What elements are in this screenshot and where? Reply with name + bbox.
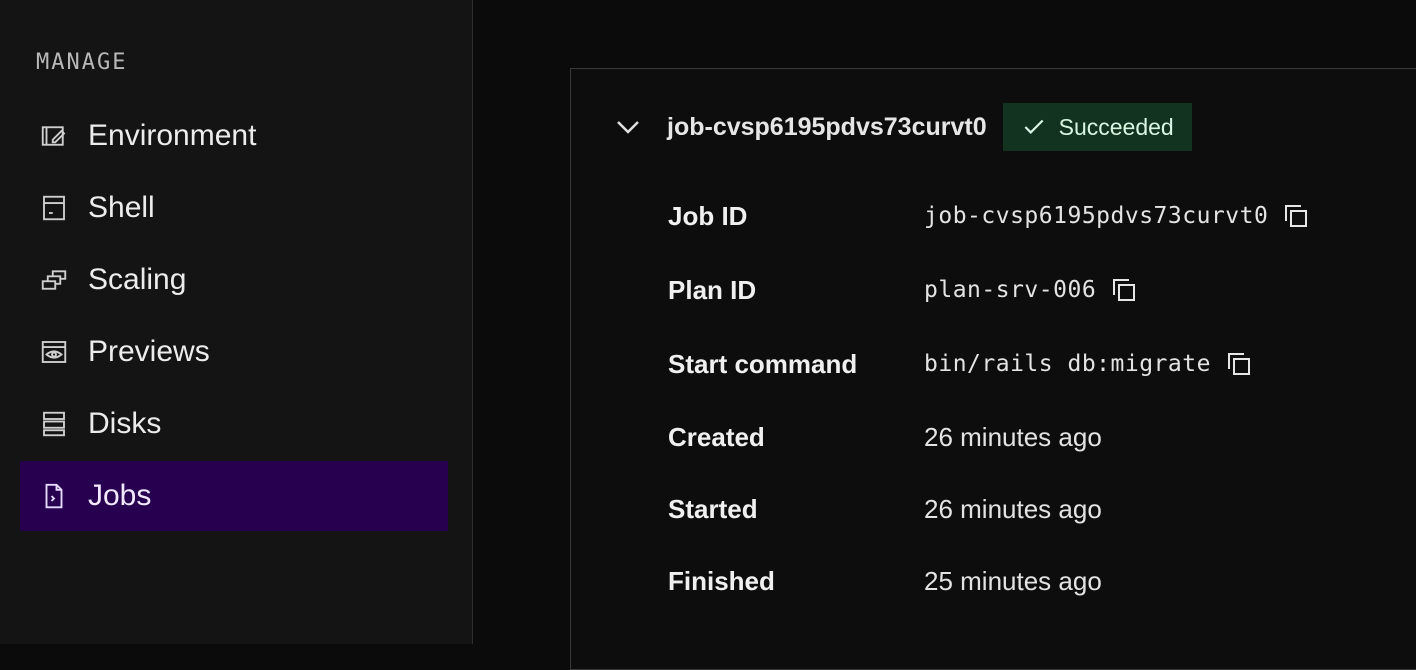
job-panel: job-cvsp6195pdvs73curvt0 Succeeded Job I… — [570, 68, 1416, 670]
field-row-job-id: Job ID job-cvsp6195pdvs73curvt0 — [668, 196, 1312, 236]
field-row-finished: Finished 25 minutes ago — [668, 561, 1102, 601]
field-value: job-cvsp6195pdvs73curvt0 — [924, 203, 1269, 229]
field-row-start-command: Start command bin/rails db:migrate — [668, 344, 1255, 384]
chevron-down-icon[interactable] — [611, 110, 645, 144]
section-label-manage: MANAGE — [36, 50, 128, 75]
field-label: Created — [668, 421, 765, 452]
environment-edit-icon — [36, 118, 72, 154]
sidebar-item-label: Environment — [88, 119, 257, 152]
field-row-plan-id: Plan ID plan-srv-006 — [668, 270, 1140, 310]
status-text: Succeeded — [1058, 113, 1174, 140]
copy-icon[interactable] — [1108, 274, 1140, 306]
sidebar-item-disks[interactable]: Disks — [20, 389, 448, 459]
status-badge: Succeeded — [1002, 103, 1192, 151]
preview-eye-icon — [36, 334, 72, 370]
field-row-started: Started 26 minutes ago — [668, 489, 1102, 529]
sidebar-item-label: Previews — [88, 335, 210, 368]
sidebar-item-label: Disks — [88, 407, 162, 440]
copy-icon[interactable] — [1223, 348, 1255, 380]
field-value: bin/rails db:migrate — [924, 351, 1211, 377]
field-label: Job ID — [668, 200, 748, 231]
sidebar-item-label: Shell — [88, 191, 155, 224]
field-label: Plan ID — [668, 274, 757, 305]
disks-stack-icon — [36, 406, 72, 442]
field-label: Finished — [668, 565, 775, 596]
sidebar-item-label: Scaling — [88, 263, 187, 296]
copy-icon[interactable] — [1280, 200, 1312, 232]
sidebar-item-previews[interactable]: Previews — [20, 317, 448, 387]
field-row-created: Created 26 minutes ago — [668, 417, 1102, 457]
scaling-stack-icon — [36, 262, 72, 298]
shell-terminal-icon — [36, 190, 72, 226]
sidebar-item-jobs[interactable]: Jobs — [20, 461, 448, 531]
sidebar-item-shell[interactable]: Shell — [20, 173, 448, 243]
sidebar-item-label: Jobs — [88, 479, 152, 512]
field-label: Start command — [668, 348, 858, 379]
field-value: 26 minutes ago — [924, 421, 1102, 452]
field-label: Started — [668, 493, 758, 524]
sidebar: MANAGE Environment Shell Scaling Preview… — [0, 0, 473, 644]
sidebar-item-environment[interactable]: Environment — [20, 101, 448, 171]
job-file-icon — [36, 478, 72, 514]
field-value: 25 minutes ago — [924, 565, 1102, 596]
field-value: plan-srv-006 — [924, 277, 1097, 303]
job-name: job-cvsp6195pdvs73curvt0 — [667, 112, 987, 141]
check-icon — [1024, 119, 1044, 134]
sidebar-item-scaling[interactable]: Scaling — [20, 245, 448, 315]
job-header: job-cvsp6195pdvs73curvt0 Succeeded — [611, 103, 1192, 151]
field-value: 26 minutes ago — [924, 493, 1102, 524]
